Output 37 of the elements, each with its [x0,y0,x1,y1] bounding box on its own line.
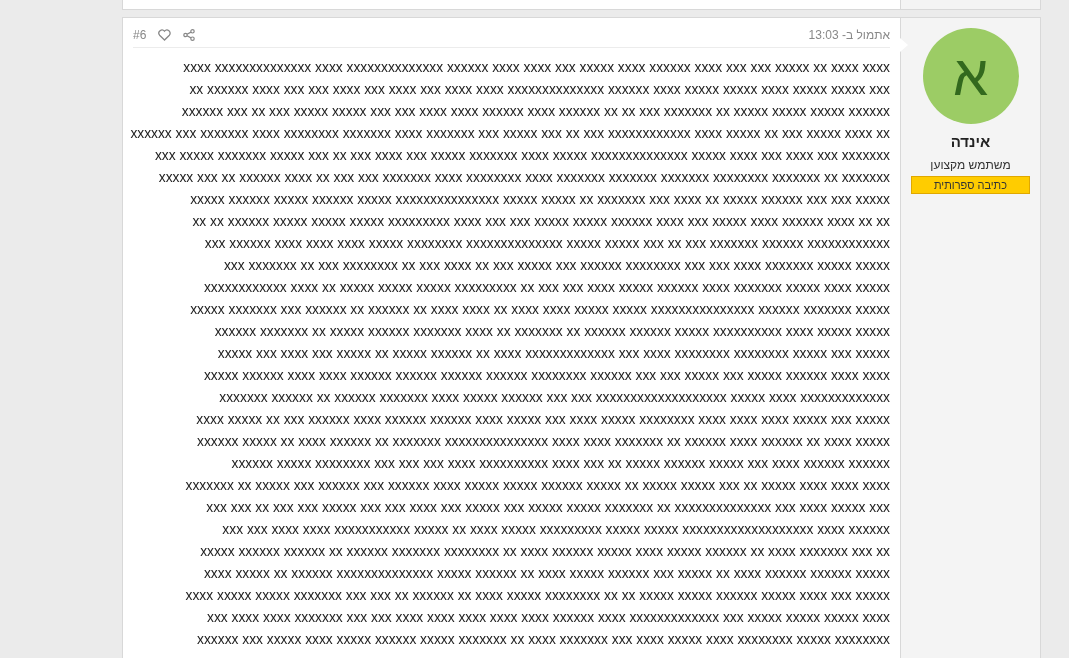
post-text-line: xxxxxxxxxxxx xxxx xx xxxxx xxxxx xxxxx xxxxxxxxx xx xxx xxx xxxx xxxxx xxxxxx xxxx xxxxxxx xxxxx xxxx xxxxx [203,279,890,297]
post-text-line: xxxxxx xxx xxxxx xxxx xxxxx xxxxxx xxxxx xxxxxxx xx xxxx xxxxxxx xxx xxxx xxxxx xxxx xxxxxxxx xxxxx xxxxxxxx [197,631,890,649]
post-number-link[interactable]: #6 [133,25,147,44]
post-time: אתמול ב- 13:03 [808,26,890,44]
post-text-line: xxxxxxx xx xxxxx xxx xxxxxx xxx xxxxxx xxxx xxxxx xxxxx xxxxxx xxxxx xx xxxxx xxxxx xxx xx xxxxx xxxx xxxx xxxx [185,477,890,495]
user-badge: כתיבה ספרותית [911,175,1030,194]
post-text-line: xxxxx xxxxxx xxxx xxxx xxxxxx xxxxxx xxxxxx xxxxxx xxxxxxxx xxxxxx xxx xxx xxxxx xxx xxxxx xxxxxx xxxx xxxx [203,367,890,385]
post-text-line: xx xx xxxxxx xxxxx xxxxx xxxxx xxxxxxxxx xxxx xxx xxx xxxxx xxxxx xxxxxx xxxx xxx xxxxx xxxx xxxxxx xxxx xx xx [192,213,890,231]
post-text-line: xxxxx xxx xxxx xxx xxxxx xx xxxxx xxxxxx xx xxxx xxxxxxxxxxxxx xxx xxxx xxxxxxxx xxxxxxxx xxxxx xxx xxxxx [217,345,890,363]
post-text-line: xxx xxx xxxx xxxx xxxxxxxxxxx xxxxx xx xxxx xxxxx xxxxxxxxx xxxxx xxxxx xxxxxxxxxxxxxxxxxxx xxxx xxxxxx [222,521,890,539]
post-text-line: xxxxxx xxxxxxx xx xxxxx xxxxxx xxxxxxx xxxx xx xxxxxxx xx xxxxxx xxxxxx xxxxx xxxxxxxxxx xxxx xxxxx xxxxx [214,323,890,341]
post-text-line: xxxx xxxxx xxxxx xxxxxxx xxx xxx xx xxxxxx xx xxxx xxxxx xxxxxxxx xx xx xxxxx xxxxx xxxxxx xxxxx xxxx xxx xxxxx [185,587,890,605]
post-text-line: xxxxxxx xxxxxx xx xxxxxx xxxxxxx xxxx xxxxx xxxxxx xxx xxx xxxxxxxxxxxxxxxxxxx xxxxx xxxx xxxxxxxxxxxxx [219,389,890,407]
post-text-line: xxxxxx xxxxx xxxxxxxx xxx xxx xxx xxxx xxxxxxxxxx xxxx xxx xx xxxxx xxxxxx xxxxx xxx xxxx xxxxxx xxxxxx [231,455,890,473]
like-button[interactable] [158,28,172,41]
post-text-line: xxxx xxxxx xx xxx xxxxxx xxxx xxxxxx xxxxxx xxxx xxxxx xxx xxxx xxxxx xxxxxxxx xxxx xxxx xxxx xxxxx xxx xxxxx [196,411,890,429]
post-text-line: xxx xxxxx xxxxxxx xxxxx xxx xx xxx xxxx xxx xxxxx xxxxxxx xxxx xxxxx xxxxxxxxxxxxxx xxxxx xxxx xxx xxxx xxx xxxxxxx [154,147,890,165]
avatar[interactable]: א [922,28,1019,124]
post-text-line: xxx xxxx xxxx xxxxxxx xxx xxx xxxx xxxx xxxx xxxx xxxx xxxxxx xxxx xxxxxxxxxxxxx xxx xxxxx xxxxx xxxxx xxxx [207,609,890,627]
post-text-line: xxxx xxxxxxxxxxxxxx xxxx xxxxxxxxxxxxxx xxxxxx xxxx xxxx xxx xxxxx xxxx xxxxxx xxxx xxx xxx xxxxx xx xxxx xxxx [183,59,890,77]
post-text-line: xxx xxxxxxx xx xxx xxxxxxxx xx xxx xxxx xx xxx xxxxx xxx xxxxxx xxxxxxxx xxx xxx xxxx xxxxxxx xxxxx xxxxx [223,257,890,275]
post-text-line: xxx xxxxxx xxxx xxxx xxxx xxxxx xxxxxxxx xxxxxxxxxxxxxx xxxxx xxxxx xxx xx xxx xxxxxxx xxxxxx xxxxxxxxxxxx [204,235,890,253]
share-button[interactable] [183,28,196,41]
post-text-line: xxxxx xxxxxx xxxxxx xx xxxxxx xxxxxxx xxxxxxxx xx xxxx xxxxxx xxxxx xxxx xxxxx xxxxxx xx xxxx xxxxxxx xxx xx [200,543,890,561]
post-text-line: xxxxxx xxxxx xx xxxx xxxxxx xx xxxxxxx xxxxxxxxxxxxxxx xxxx xxxx xxxxxxx xx xxxxxx xxxx xxxxxx xx xxxx xxxxx [197,433,890,451]
post-text-line: xxxxxx xxx xxxxxxx xxxx xxxxxxxx xxxxxxx xxxx xxxxxxx xxx xxxxx xxx xx xxx xxxxxxxxxxxx xxxx xxxxx xx xxx xxxxx xxxx xx [130,125,890,143]
heart-icon [158,28,172,41]
post-text-line: xxxxx xxxxxx xxxxx xxxxxx xxxxx xxxxxxxxxxxxxxx xxxxx xxxxx xx xxxxxxx xxx xxxx xx xxxxx xxxxxx xxx xxx xxxxx [190,191,890,209]
post-text-line: xx xxxxxx xxxx xxx xxx xxxx xxx xxxx xxx xxxx xxxx xxxxxxxxxxxxxx xxxxxx xxxx xxxxx xxxxx xxxx xxxxx xxxxx xxx [189,81,890,99]
user-title: משתמש מקצוען [930,156,1011,174]
share-icon [183,28,196,41]
post-text-line: xxxxx xxxxxxx xxx xxxxxx xx xxxxxx xx xxxx xxxx xx xxxx xxxx xxxxx xxxxx xxxxxxxxxxxxxxx xxxxxx xxxxxxx xxxxx [190,301,890,319]
post-text-line: xxxxx xxx xx xxxxxx xxxx xx xxx xxx xxxxxxx xxxx xxxxxxxx xxxx xxxxxxx xxxxxxx xxxxxxx xxxxxxxx xxxxxxx xx xxxxxxx [158,169,890,187]
post-text-line: xxxx xxxxx xx xxxxxx xxxxxxxxxxxxxx xxxxx xxxxxx xx xxxx xxxxx xxxxxx xxx xxxxx xx xxxx xxxxxx xxxxxx xxxxx [203,565,890,583]
post-text-line: xxx xxx xx xxx xxx xxxxx xxx xxx xxxx xxx xxxxx xxx xxxxx xxxxx xxxxxxx xx xxxxxxxxxxxxxx xxx xxxx xxxxx xxx [206,499,890,517]
user-name[interactable]: אינדה [950,131,991,154]
post-text-line: xxxxxx xxx xx xxx xxxxx xxxxx xxx xxx xxxx xxxx xxxxxx xxxx xxxxxx xx xx xxx xxxxxxx xx xxxxx xxxxx xxxxx xxxxxx [181,103,890,121]
